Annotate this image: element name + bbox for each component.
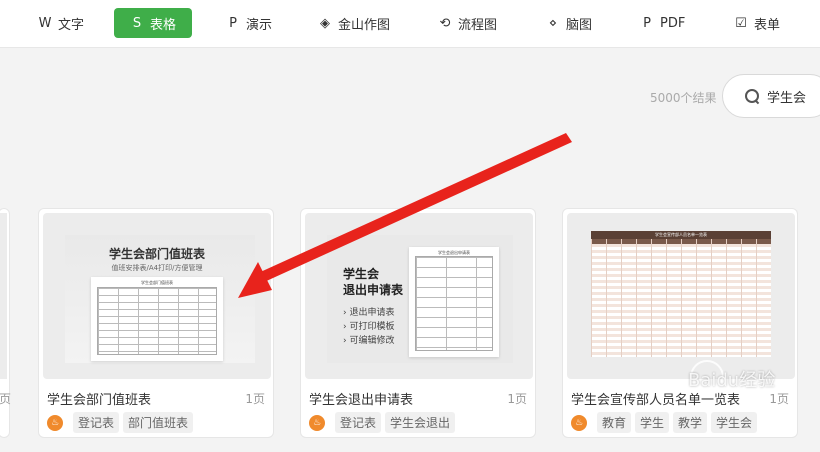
template-thumbnail[interactable]: 学生会部门值班表 值班安排表/A4打印/方便管理 学生会部门值班表 <box>43 213 271 379</box>
nav-item-drawing[interactable]: ◈ 金山作图 <box>310 8 398 38</box>
pdf-icon: P <box>643 15 651 31</box>
template-thumbnail[interactable]: 学生会 退出申请表 › 退出申请表 › 可打印模板 › 可编辑修改 学生会退出申… <box>305 213 533 379</box>
nav-item-spreadsheet[interactable]: S 表格 <box>114 8 193 38</box>
nav-label: 脑图 <box>566 17 593 33</box>
template-title[interactable]: 学生会部门值班表 <box>47 389 151 408</box>
tag[interactable]: 登记表 <box>73 412 120 433</box>
thumbnail-heading: 退出申请表 <box>343 283 404 297</box>
page-count: 1页 <box>507 392 527 406</box>
tag-list: ♨ 登记表 学生会退出 <box>309 412 456 433</box>
nav-item-presentation[interactable]: P 演示 <box>218 8 280 38</box>
tag[interactable]: 学生 <box>635 412 670 433</box>
thumbnail-sheet: 学生会宣传部人员名单一览表 <box>591 231 771 357</box>
form-icon: ☑ <box>735 15 747 31</box>
tag[interactable]: 登记表 <box>335 412 382 433</box>
thumbnail-paper: 学生会退出申请表 <box>409 247 499 357</box>
page-count: 1页 <box>769 392 789 406</box>
sheet-title: 学生会宣传部人员名单一览表 <box>591 231 771 239</box>
tag[interactable]: 学生会 <box>711 412 758 433</box>
nav-label: 文字 <box>58 17 85 33</box>
tag-list: ♨ 登记表 部门值班表 <box>47 412 194 433</box>
mindmap-icon: ⋄ <box>548 15 558 31</box>
result-count: 5000个结果 <box>650 91 717 105</box>
thumbnail-bullet: › 可打印模板 <box>343 322 395 332</box>
thumbnail-heading: 学生会部门值班表 <box>108 247 205 261</box>
nav-item-writer[interactable]: W 文字 <box>30 8 92 38</box>
thumbnail-paper: 学生会部门值班表 <box>91 277 223 361</box>
nav-label: 流程图 <box>458 17 498 33</box>
tag[interactable]: 部门值班表 <box>123 412 194 433</box>
nav-item-flowchart[interactable]: ⟲ 流程图 <box>430 8 505 38</box>
partial-card[interactable]: 页 <box>0 208 12 438</box>
paper-table <box>97 287 217 355</box>
thumbnail-bullet: › 退出申请表 <box>343 308 395 318</box>
thumbnail-subheading: 值班安排表/A4打印/方便管理 <box>111 264 203 272</box>
template-card[interactable]: 学生会 退出申请表 › 退出申请表 › 可打印模板 › 可编辑修改 学生会退出申… <box>300 208 536 438</box>
thumbnail-bullet: › 可编辑修改 <box>343 336 395 346</box>
tag[interactable]: 学生会退出 <box>385 412 456 433</box>
tag[interactable]: 教育 <box>597 412 632 433</box>
sheet-columns <box>591 239 771 357</box>
presentation-icon: P <box>229 15 237 31</box>
search-query: 学生会 <box>767 90 807 106</box>
tag[interactable]: 教学 <box>673 412 708 433</box>
template-thumbnail[interactable]: 学生会宣传部人员名单一览表 <box>567 213 795 379</box>
nav-item-pdf[interactable]: P PDF <box>632 8 693 38</box>
flame-icon: ♨ <box>47 414 63 431</box>
tag-list: ♨ 教育 学生 教学 学生会 <box>571 412 758 433</box>
flame-icon: ♨ <box>309 414 325 431</box>
nav-label: 演示 <box>246 17 273 33</box>
nav-label: 金山作图 <box>338 17 391 33</box>
drawing-icon: ◈ <box>320 15 330 31</box>
top-nav: W 文字 S 表格 P 演示 ◈ 金山作图 ⟲ 流程图 ⋄ 脑图 P PDF ☑… <box>0 0 820 48</box>
partial-card-pages: 页 <box>0 392 12 406</box>
paper-title: 学生会部门值班表 <box>141 280 173 285</box>
watermark: Baidu经验 <box>688 370 776 391</box>
nav-item-form[interactable]: ☑ 表单 <box>726 8 788 38</box>
search-icon[interactable] <box>745 89 759 103</box>
nav-label: 表格 <box>150 17 177 33</box>
nav-label: PDF <box>660 15 686 31</box>
writer-icon: W <box>38 15 52 31</box>
search-input[interactable]: 学生会 <box>722 74 820 118</box>
flame-icon: ♨ <box>571 414 587 431</box>
page-count: 1页 <box>245 392 265 406</box>
template-title[interactable]: 学生会退出申请表 <box>309 389 413 408</box>
paper-table <box>415 256 493 351</box>
partial-card-thumbnail <box>0 213 7 379</box>
spreadsheet-icon: S <box>132 15 142 31</box>
flowchart-icon: ⟲ <box>439 15 451 31</box>
thumbnail-heading: 学生会 <box>343 267 380 281</box>
nav-label: 表单 <box>754 17 781 33</box>
template-card[interactable]: 学生会宣传部人员名单一览表 学生会宣传部人员名单一览表 1页 ♨ 教育 学生 教… <box>562 208 798 438</box>
nav-item-mindmap[interactable]: ⋄ 脑图 <box>538 8 600 38</box>
template-card[interactable]: 学生会部门值班表 值班安排表/A4打印/方便管理 学生会部门值班表 学生会部门值… <box>38 208 274 438</box>
